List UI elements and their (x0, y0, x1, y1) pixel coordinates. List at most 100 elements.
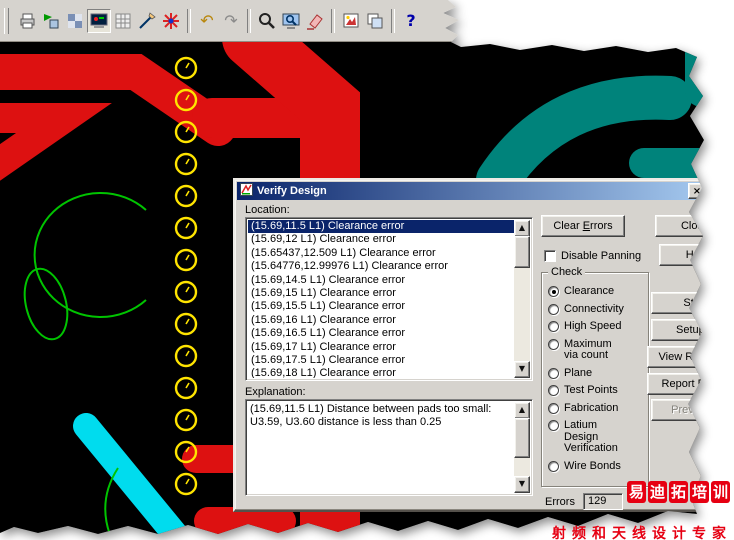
radio-connectivity[interactable]: Connectivity (548, 302, 648, 316)
radio-button[interactable] (548, 338, 559, 350)
disable-panning-label: Disable Panning (561, 250, 642, 262)
toolbar-separator (391, 8, 395, 33)
logo-character: 迪 (648, 481, 667, 503)
dialog-title: Verify Design (257, 185, 327, 197)
explanation-box[interactable]: (15.69,11.5 L1) Distance between pads to… (245, 399, 533, 496)
import-grid-icon[interactable] (39, 9, 63, 33)
zoom-icon[interactable] (255, 9, 279, 33)
scroll-up-icon[interactable]: ▲ (514, 402, 530, 419)
radio-label: Maximum via count (564, 337, 612, 361)
verify-design-dialog: Verify Design × Location: (15.69,11.5 L1… (233, 178, 704, 512)
radio-button[interactable] (548, 420, 559, 431)
check-group-label: Check (548, 266, 586, 278)
location-item[interactable]: (15.69,18 L1) Clearance error (248, 367, 514, 378)
logo-character: 培 (690, 481, 709, 503)
scroll-down-icon[interactable]: ▼ (514, 476, 530, 493)
location-item[interactable]: (15.64776,12.99976 L1) Clearance error (248, 260, 514, 273)
draw-line-icon[interactable] (135, 9, 159, 33)
location-item[interactable]: (15.69,16.5 L1) Clearance error (248, 327, 514, 340)
toolbar-separator (331, 8, 335, 33)
location-list: (15.69,11.5 L1) Clearance error (15.69,12… (248, 220, 514, 378)
radio-button[interactable] (548, 402, 559, 414)
preview-button[interactable]: Preview... (651, 399, 704, 421)
radio-clearance[interactable]: Clearance (548, 285, 648, 298)
redo-icon[interactable]: ↷ (219, 9, 243, 33)
scroll-up-icon[interactable]: ▲ (514, 220, 530, 237)
radio-button[interactable] (548, 303, 559, 315)
location-item[interactable]: (15.69,14.5 L1) Clearance error (248, 274, 514, 287)
clear-errors-button[interactable]: Clear Errors (541, 215, 625, 237)
help-icon[interactable]: ? (399, 9, 423, 33)
checkbox-box[interactable] (544, 250, 556, 262)
logo-character: 训 (711, 481, 730, 503)
location-item[interactable]: (15.69,17 L1) Clearance error (248, 341, 514, 354)
printer-icon[interactable] (15, 9, 39, 33)
copy-image-icon[interactable] (363, 9, 387, 33)
view-report-button[interactable]: View Report... (647, 346, 704, 368)
burst-icon[interactable] (159, 9, 183, 33)
radio-plane[interactable]: Plane (548, 366, 648, 380)
start-button[interactable]: Start (651, 292, 704, 314)
radio-label: Test Points (564, 384, 618, 396)
view-search-icon[interactable] (279, 9, 303, 33)
scrollbar-thumb[interactable] (514, 236, 530, 268)
report-file-button[interactable]: Report File... (647, 373, 704, 395)
radio-test[interactable]: Test Points (548, 384, 648, 397)
location-item[interactable]: (15.69,15 L1) Clearance error (248, 287, 514, 300)
close-icon[interactable]: × (688, 183, 704, 199)
explanation-label: Explanation: (245, 386, 306, 398)
export-image-icon[interactable] (339, 9, 363, 33)
eraser-icon[interactable] (303, 9, 327, 33)
location-item[interactable]: (15.69,12 L1) Clearance error (248, 233, 514, 246)
radio-label: Plane (564, 366, 593, 379)
help-button[interactable]: Help (659, 244, 704, 266)
radio-label: Fabrication (564, 401, 619, 414)
radio-button[interactable] (548, 367, 559, 379)
toolbar-grip-handle[interactable] (4, 7, 9, 34)
radio-latium[interactable]: Latium Design Verification (548, 419, 648, 455)
toolbar-separator (187, 8, 191, 33)
close-button[interactable]: Close (655, 215, 704, 237)
page: ↶ ↷ ? Verify Design × Location: (15.69,1… (0, 0, 734, 540)
check-options: Clearance Connectivity High Speed Maximum v… (542, 273, 648, 472)
undo-icon[interactable]: ↶ (195, 9, 219, 33)
scroll-down-icon[interactable]: ▼ (514, 361, 530, 378)
screenshot-torn-region: ↶ ↷ ? Verify Design × Location: (15.69,1… (0, 0, 704, 534)
pattern-grid-icon[interactable] (111, 9, 135, 33)
location-listbox[interactable]: (15.69,11.5 L1) Clearance error (15.69,12… (245, 217, 533, 381)
location-item[interactable]: (15.69,11.5 L1) Clearance error (248, 220, 514, 234)
radio-maximum[interactable]: Maximum via count (548, 337, 648, 362)
explanation-scrollbar[interactable]: ▲ ▼ (514, 402, 530, 493)
watermark-tagline: 射频和天线设计专家 (552, 526, 732, 540)
radio-label: Connectivity (564, 302, 624, 315)
errors-label: Errors (545, 496, 575, 508)
dialog-icon (240, 183, 253, 199)
logo-character: 易 (627, 481, 646, 503)
watermark-logo: 易迪拓培训 (627, 481, 730, 503)
location-item[interactable]: (15.69,16 L1) Clearance error (248, 314, 514, 327)
location-scrollbar[interactable]: ▲ ▼ (514, 220, 530, 378)
radio-wire[interactable]: Wire Bonds (548, 460, 648, 473)
radio-high[interactable]: High Speed (548, 320, 648, 333)
radio-button[interactable] (548, 321, 559, 332)
radio-label: Clearance (564, 285, 615, 297)
location-item[interactable]: (15.65437,12.509 L1) Clearance error (248, 247, 514, 260)
disable-panning-checkbox[interactable]: Disable Panning (544, 250, 641, 262)
radio-button[interactable] (548, 385, 559, 396)
radio-button[interactable] (548, 286, 559, 297)
explanation-text: (15.69,11.5 L1) Distance between pads to… (250, 403, 492, 428)
radio-label: Latium Design Verification (564, 419, 618, 454)
radio-button[interactable] (548, 460, 559, 472)
scrollbar-thumb[interactable] (514, 418, 530, 458)
errors-count: 129 (583, 493, 623, 510)
toolbar: ↶ ↷ ? (0, 0, 470, 42)
board-view-icon[interactable] (87, 8, 111, 33)
radio-fabrication[interactable]: Fabrication (548, 401, 648, 415)
location-item[interactable]: (15.69,17.5 L1) Clearance error (248, 354, 514, 367)
location-label: Location: (245, 204, 290, 216)
dither-grid-icon[interactable] (63, 9, 87, 33)
logo-character: 拓 (669, 481, 688, 503)
location-item[interactable]: (15.69,15.5 L1) Clearance error (248, 300, 514, 313)
dialog-titlebar[interactable]: Verify Design × (237, 182, 704, 200)
setup-button[interactable]: Setup... (651, 319, 704, 341)
